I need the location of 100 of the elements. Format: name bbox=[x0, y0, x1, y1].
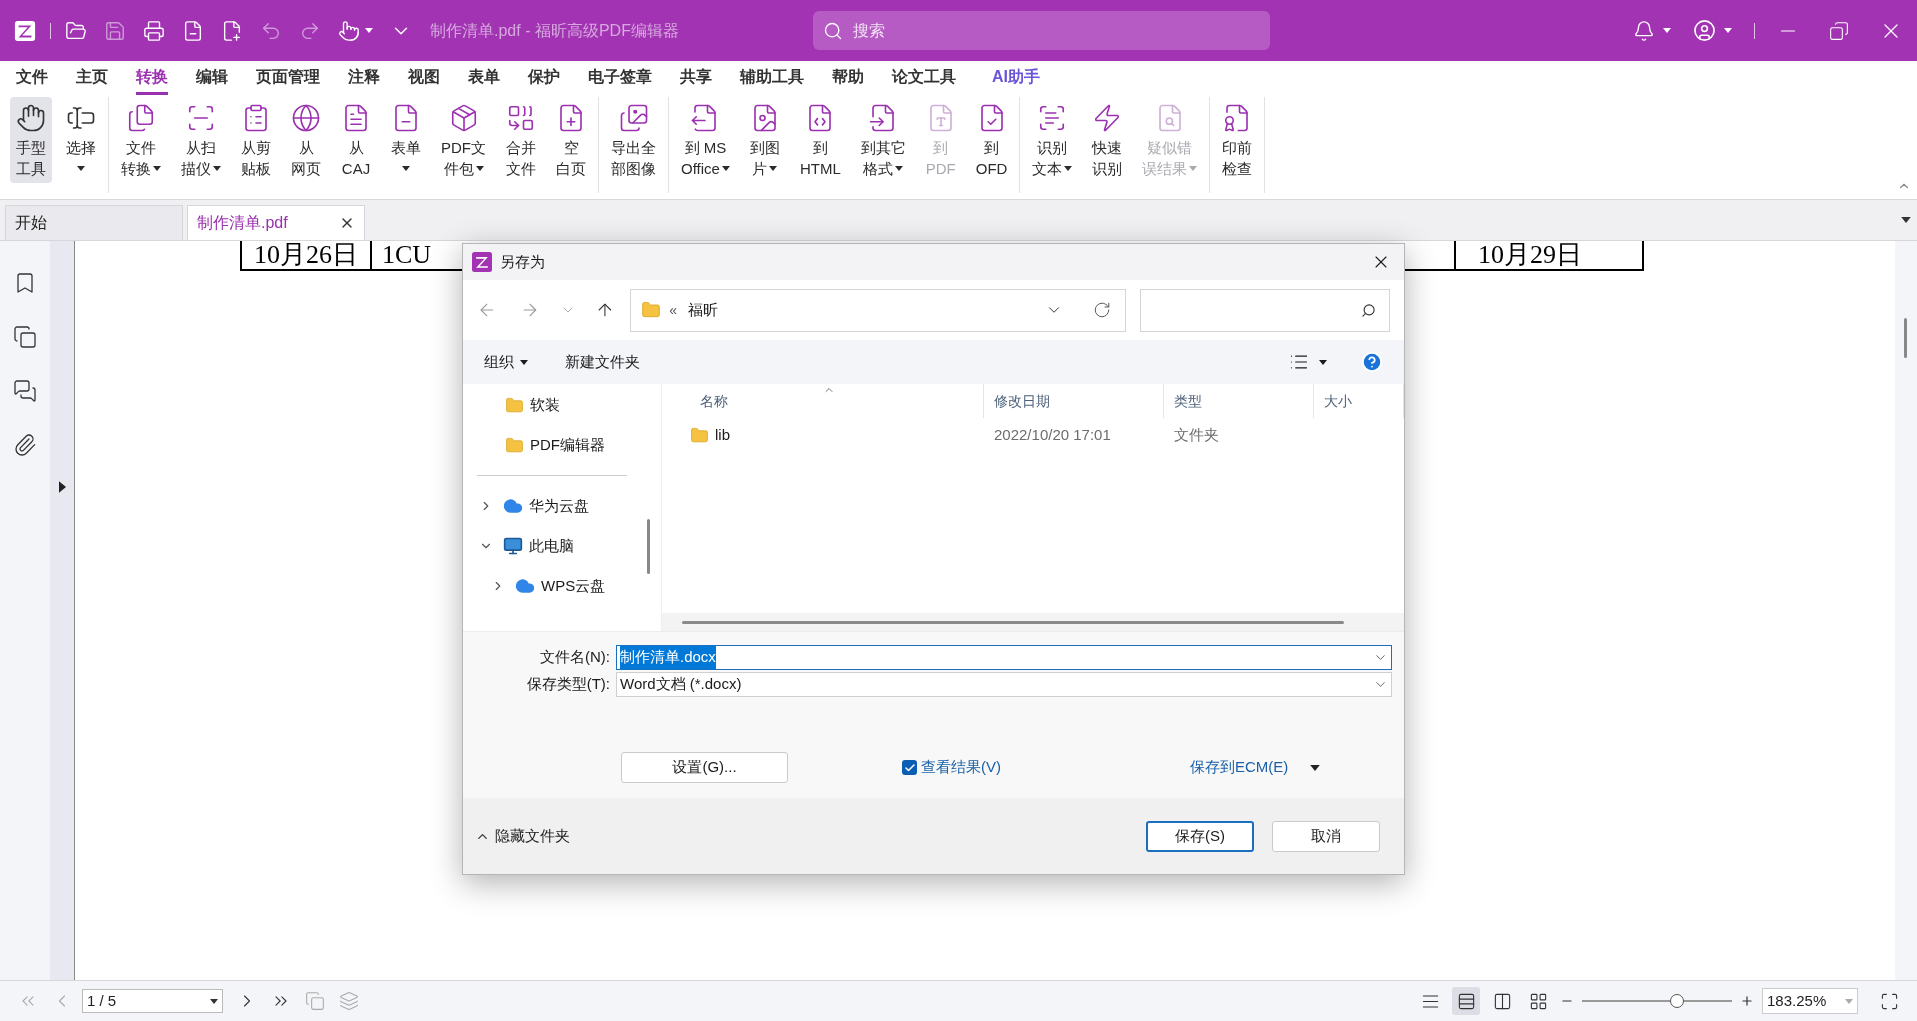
tree-item[interactable]: 软装 bbox=[530, 393, 560, 417]
ribbon-button[interactable]: 到 MS Office bbox=[675, 97, 736, 183]
menu-tab[interactable]: 视图 bbox=[408, 61, 440, 95]
caret-icon bbox=[153, 166, 161, 171]
menu-tab[interactable]: 主页 bbox=[76, 61, 108, 95]
file-name[interactable]: lib bbox=[715, 423, 730, 447]
zoom-in-icon[interactable] bbox=[1740, 994, 1754, 1008]
pages-icon[interactable] bbox=[13, 325, 37, 349]
scrollbar-thumb[interactable] bbox=[1904, 318, 1907, 358]
tree-item[interactable]: 华为云盘 bbox=[529, 494, 589, 518]
column-header[interactable]: 大小 bbox=[1314, 384, 1404, 418]
column-header[interactable]: 修改日期 bbox=[984, 384, 1164, 418]
caret-icon bbox=[1663, 28, 1671, 33]
column-header[interactable]: 类型 bbox=[1164, 384, 1314, 418]
open-folder-icon[interactable] bbox=[65, 19, 87, 42]
page-number-field[interactable]: 1 / 5 bbox=[82, 989, 223, 1013]
user-icon[interactable] bbox=[1693, 19, 1716, 42]
zoom-slider-thumb[interactable] bbox=[1669, 994, 1684, 1008]
ribbon-button[interactable]: 空 白页 bbox=[550, 97, 592, 183]
menu-tab[interactable]: 页面管理 bbox=[256, 61, 320, 95]
expand-panel-icon[interactable] bbox=[58, 480, 66, 493]
scrollbar-thumb[interactable] bbox=[647, 519, 650, 574]
menu-tab[interactable]: 编辑 bbox=[196, 61, 228, 95]
document-tab[interactable]: 开始 bbox=[5, 205, 183, 240]
address-bar[interactable]: « 福昕 bbox=[630, 288, 1127, 332]
app-logo-icon bbox=[14, 19, 36, 42]
dialog-button[interactable]: 保存(S) bbox=[1146, 820, 1254, 852]
restore-icon[interactable] bbox=[1829, 20, 1849, 41]
fullscreen-icon[interactable] bbox=[1880, 991, 1899, 1011]
menu-tab[interactable]: 转换 bbox=[136, 61, 168, 95]
file-type-select[interactable]: Word文档 (*.docx) bbox=[616, 672, 1392, 697]
zoom-field[interactable]: 183.25% bbox=[1762, 988, 1858, 1014]
help-icon[interactable] bbox=[1361, 351, 1383, 373]
ribbon-button[interactable]: 从 CAJ bbox=[335, 97, 377, 183]
ribbon-button[interactable]: 导出全 部图像 bbox=[605, 97, 662, 183]
file-plus-icon[interactable] bbox=[221, 19, 243, 42]
refresh-icon[interactable] bbox=[1093, 301, 1112, 319]
ribbon-button[interactable]: 到 HTML bbox=[793, 97, 847, 183]
tree-item[interactable]: 此电脑 bbox=[529, 534, 574, 558]
search-field[interactable] bbox=[1140, 288, 1390, 332]
menu-tab[interactable]: 共享 bbox=[680, 61, 712, 95]
ribbon-button[interactable]: 合并 文件 bbox=[500, 97, 542, 183]
file-icon[interactable] bbox=[182, 19, 204, 42]
folder-icon bbox=[641, 300, 662, 320]
tree-item[interactable]: PDF编辑器 bbox=[530, 433, 605, 457]
comments-icon[interactable] bbox=[13, 379, 37, 403]
caret-icon bbox=[1724, 28, 1732, 33]
menu-tab[interactable]: 表单 bbox=[468, 61, 500, 95]
table-cell-text: 文件夹 bbox=[1173, 424, 1220, 445]
new-folder-button[interactable]: 新建文件夹 bbox=[565, 350, 640, 374]
column-header[interactable]: 名称 bbox=[662, 384, 984, 418]
menu-tab[interactable]: AI助手 bbox=[992, 61, 1040, 95]
search-field[interactable]: 搜索 bbox=[812, 11, 1270, 50]
bell-icon[interactable] bbox=[1633, 19, 1655, 42]
paperclip-icon[interactable] bbox=[13, 433, 37, 457]
save-to-ecm-link[interactable]: 保存到ECM(E) bbox=[1190, 756, 1289, 779]
ribbon-button[interactable]: 印前 检查 bbox=[1216, 97, 1259, 183]
hide-folders-toggle[interactable]: 隐藏文件夹 bbox=[495, 824, 570, 848]
menu-tab[interactable]: 辅助工具 bbox=[740, 61, 804, 95]
ribbon-button[interactable]: 文件 转换 bbox=[115, 97, 167, 183]
scan-icon bbox=[186, 103, 216, 133]
continuous-page-icon bbox=[1456, 991, 1476, 1011]
ribbon-button[interactable]: 到 OFD bbox=[969, 97, 1014, 183]
ribbon-button[interactable]: PDF文 件包 bbox=[435, 97, 492, 183]
ribbon-button[interactable]: 到图 片 bbox=[743, 97, 786, 183]
folder-icon bbox=[690, 425, 709, 445]
hand-pointer-icon[interactable] bbox=[338, 19, 360, 42]
view-mode-button[interactable] bbox=[1452, 987, 1480, 1015]
caret-icon bbox=[895, 166, 904, 171]
checkbox-label[interactable]: 查看结果(V) bbox=[921, 756, 1001, 779]
ribbon-button[interactable]: 识别 文本 bbox=[1026, 97, 1079, 183]
menu-tab[interactable]: 论文工具 bbox=[892, 61, 956, 95]
organize-button[interactable]: 组织 bbox=[484, 350, 528, 374]
file-name-field[interactable]: 制作清单.docx bbox=[616, 645, 1392, 670]
dialog-title: 另存为 bbox=[500, 251, 545, 272]
ribbon-button[interactable]: 手型 工具 bbox=[10, 97, 52, 183]
ribbon-button[interactable]: 从剪 贴板 bbox=[235, 97, 277, 183]
menu-tab[interactable]: 电子签章 bbox=[588, 61, 652, 95]
menu-tab[interactable]: 文件 bbox=[16, 61, 48, 95]
ribbon-button[interactable]: 快速 识别 bbox=[1086, 97, 1129, 183]
save-icon[interactable] bbox=[104, 19, 126, 42]
horizontal-scrollbar-thumb[interactable] bbox=[682, 620, 1344, 624]
ribbon-button[interactable]: 选择 bbox=[60, 97, 102, 183]
search-icon bbox=[822, 21, 843, 41]
menu-tab[interactable]: 帮助 bbox=[832, 61, 864, 95]
tree-item[interactable]: WPS云盘 bbox=[541, 574, 606, 598]
window-title: 制作清单.pdf - 福昕高级PDF编辑器 bbox=[430, 20, 679, 41]
ribbon-button[interactable]: 表单 bbox=[385, 97, 427, 183]
printer-icon[interactable] bbox=[143, 19, 165, 42]
menu-tab[interactable]: 注释 bbox=[348, 61, 380, 95]
ribbon-button[interactable]: 到其它 格式 bbox=[854, 97, 912, 183]
images-icon bbox=[618, 103, 649, 133]
ribbon-button[interactable]: 从扫 描仪 bbox=[175, 97, 227, 183]
document-tab[interactable]: 制作清单.pdf bbox=[187, 205, 365, 240]
dialog-button[interactable]: 取消 bbox=[1272, 820, 1380, 852]
caret-icon bbox=[1845, 998, 1853, 1004]
checkbox[interactable] bbox=[902, 760, 917, 775]
ribbon-button[interactable]: 从 网页 bbox=[285, 97, 327, 183]
menu-tab[interactable]: 保护 bbox=[528, 61, 560, 95]
settings-button[interactable]: 设置(G)... bbox=[621, 752, 788, 783]
